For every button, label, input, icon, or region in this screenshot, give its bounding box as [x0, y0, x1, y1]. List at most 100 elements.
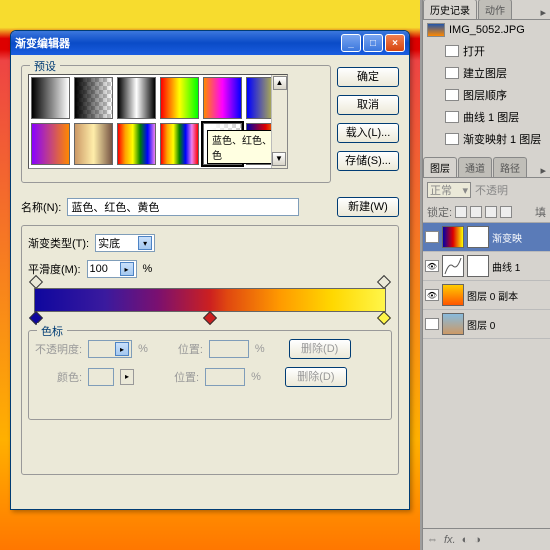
pct-label: %: [251, 371, 261, 383]
tab-paths[interactable]: 路径: [493, 157, 527, 177]
lock-pixels-icon[interactable]: [470, 206, 482, 218]
tab-history[interactable]: 历史记录: [423, 0, 477, 19]
layer-mask[interactable]: [467, 255, 489, 277]
position-input: [205, 368, 245, 386]
layer-row[interactable]: 👁 渐变映: [423, 223, 550, 252]
lock-transparent-icon[interactable]: [455, 206, 467, 218]
history-label: IMG_5052.JPG: [449, 24, 525, 36]
history-label: 建立图层: [463, 65, 507, 81]
smoothness-input[interactable]: 100 ▸: [87, 260, 137, 278]
dialog-title: 渐变编辑器: [15, 35, 70, 51]
layer-row[interactable]: 👁 图层 0 副本: [423, 281, 550, 310]
color-stop[interactable]: [379, 313, 389, 323]
layer-mask[interactable]: [467, 226, 489, 248]
position-label: 位置:: [178, 341, 203, 357]
ok-button[interactable]: 确定: [337, 67, 399, 87]
type-value: 实底: [98, 235, 120, 251]
preset-swatch[interactable]: [160, 123, 199, 165]
position-input: [209, 340, 249, 358]
tab-channels[interactable]: 通道: [458, 157, 492, 177]
load-button[interactable]: 载入(L)...: [337, 123, 399, 143]
preset-swatch[interactable]: [117, 123, 156, 165]
fill-label: 填: [535, 204, 546, 220]
save-button[interactable]: 存储(S)...: [337, 151, 399, 171]
layer-thumb[interactable]: [442, 255, 464, 277]
arrow-right-icon: ▸: [120, 262, 134, 276]
presets-legend: 预设: [30, 58, 60, 74]
layer-thumb[interactable]: [442, 226, 464, 248]
presets-list[interactable]: 蓝色、红色、黄色 ▲▼: [28, 74, 288, 169]
link-icon[interactable]: ⇔: [427, 534, 438, 546]
preset-swatch[interactable]: [203, 77, 242, 119]
color-label: 颜色:: [57, 369, 82, 385]
new-button[interactable]: 新建(W): [337, 197, 399, 217]
visibility-icon[interactable]: 👁: [425, 231, 439, 243]
gradient-editor-dialog: 渐变编辑器 _ □ × 预设: [10, 30, 410, 510]
layer-name: 图层 0: [467, 317, 548, 332]
fx-icon[interactable]: fx.: [444, 534, 456, 546]
preset-swatch[interactable]: [117, 77, 156, 119]
color-stop[interactable]: [205, 313, 215, 323]
visibility-icon[interactable]: 👁: [425, 289, 439, 301]
opacity-stop[interactable]: [379, 277, 389, 287]
layer-name: 图层 0 副本: [467, 288, 548, 303]
pct-label: %: [255, 343, 265, 355]
smooth-value: 100: [90, 263, 108, 275]
chevron-down-icon: ▾: [462, 184, 468, 197]
tab-actions[interactable]: 动作: [478, 0, 512, 19]
mask-icon[interactable]: ◐: [462, 534, 469, 546]
minimize-button[interactable]: _: [341, 34, 361, 52]
right-panels: 历史记录 动作 ▸ IMG_5052.JPG 打开 建立图层 图层顺序 曲线 1…: [422, 0, 550, 550]
arrow-right-icon: ▸: [120, 369, 134, 385]
name-input[interactable]: [67, 198, 299, 216]
panel-menu-icon[interactable]: ▸: [536, 164, 550, 177]
history-item[interactable]: 建立图层: [423, 62, 550, 84]
layers-panel: 图层 通道 路径 ▸ 正常▾ 不透明 锁定: 填 👁 渐变映 👁 曲线: [423, 158, 550, 339]
gradient-bar[interactable]: [34, 288, 386, 312]
color-stop[interactable]: [31, 313, 41, 323]
titlebar[interactable]: 渐变编辑器 _ □ ×: [11, 31, 409, 55]
history-label: 曲线 1 图层: [463, 109, 519, 125]
step-icon: [445, 133, 459, 145]
layer-row[interactable]: 👁 曲线 1: [423, 252, 550, 281]
maximize-button[interactable]: □: [363, 34, 383, 52]
layer-thumb[interactable]: [442, 284, 464, 306]
history-item[interactable]: 打开: [423, 40, 550, 62]
history-panel: 历史记录 动作 ▸ IMG_5052.JPG 打开 建立图层 图层顺序 曲线 1…: [423, 0, 550, 150]
lock-position-icon[interactable]: [485, 206, 497, 218]
adjustment-icon[interactable]: ◑: [474, 534, 481, 546]
step-icon: [445, 111, 459, 123]
panel-menu-icon[interactable]: ▸: [536, 6, 550, 19]
preset-swatch[interactable]: [160, 77, 199, 119]
preset-swatch[interactable]: [74, 77, 113, 119]
chevron-down-icon: ▾: [138, 236, 152, 250]
preset-swatch[interactable]: [31, 77, 70, 119]
lock-all-icon[interactable]: [500, 206, 512, 218]
history-item[interactable]: 曲线 1 图层: [423, 106, 550, 128]
type-select[interactable]: 实底 ▾: [95, 234, 155, 252]
preset-swatch[interactable]: [74, 123, 113, 165]
scroll-up-icon[interactable]: ▲: [273, 76, 287, 90]
close-button[interactable]: ×: [385, 34, 405, 52]
scrollbar[interactable]: ▲▼: [271, 75, 287, 168]
opacity-stop[interactable]: [31, 277, 41, 287]
tab-layers[interactable]: 图层: [423, 157, 457, 177]
history-label: 渐变映射 1 图层: [463, 131, 541, 147]
preset-swatch[interactable]: [31, 123, 70, 165]
color-swatch: [88, 368, 114, 386]
step-icon: [445, 89, 459, 101]
layer-row[interactable]: 图层 0: [423, 310, 550, 339]
layer-name: 曲线 1: [492, 259, 548, 274]
visibility-icon[interactable]: [425, 318, 439, 330]
scroll-down-icon[interactable]: ▼: [272, 152, 286, 166]
opacity-input: ▸: [88, 340, 132, 358]
history-item[interactable]: 渐变映射 1 图层: [423, 128, 550, 150]
visibility-icon[interactable]: 👁: [425, 260, 439, 272]
lock-label: 锁定:: [427, 204, 452, 220]
cancel-button[interactable]: 取消: [337, 95, 399, 115]
step-icon: [445, 45, 459, 57]
history-file[interactable]: IMG_5052.JPG: [423, 20, 550, 40]
history-item[interactable]: 图层顺序: [423, 84, 550, 106]
blend-mode-select[interactable]: 正常▾: [427, 182, 471, 198]
layer-thumb[interactable]: [442, 313, 464, 335]
